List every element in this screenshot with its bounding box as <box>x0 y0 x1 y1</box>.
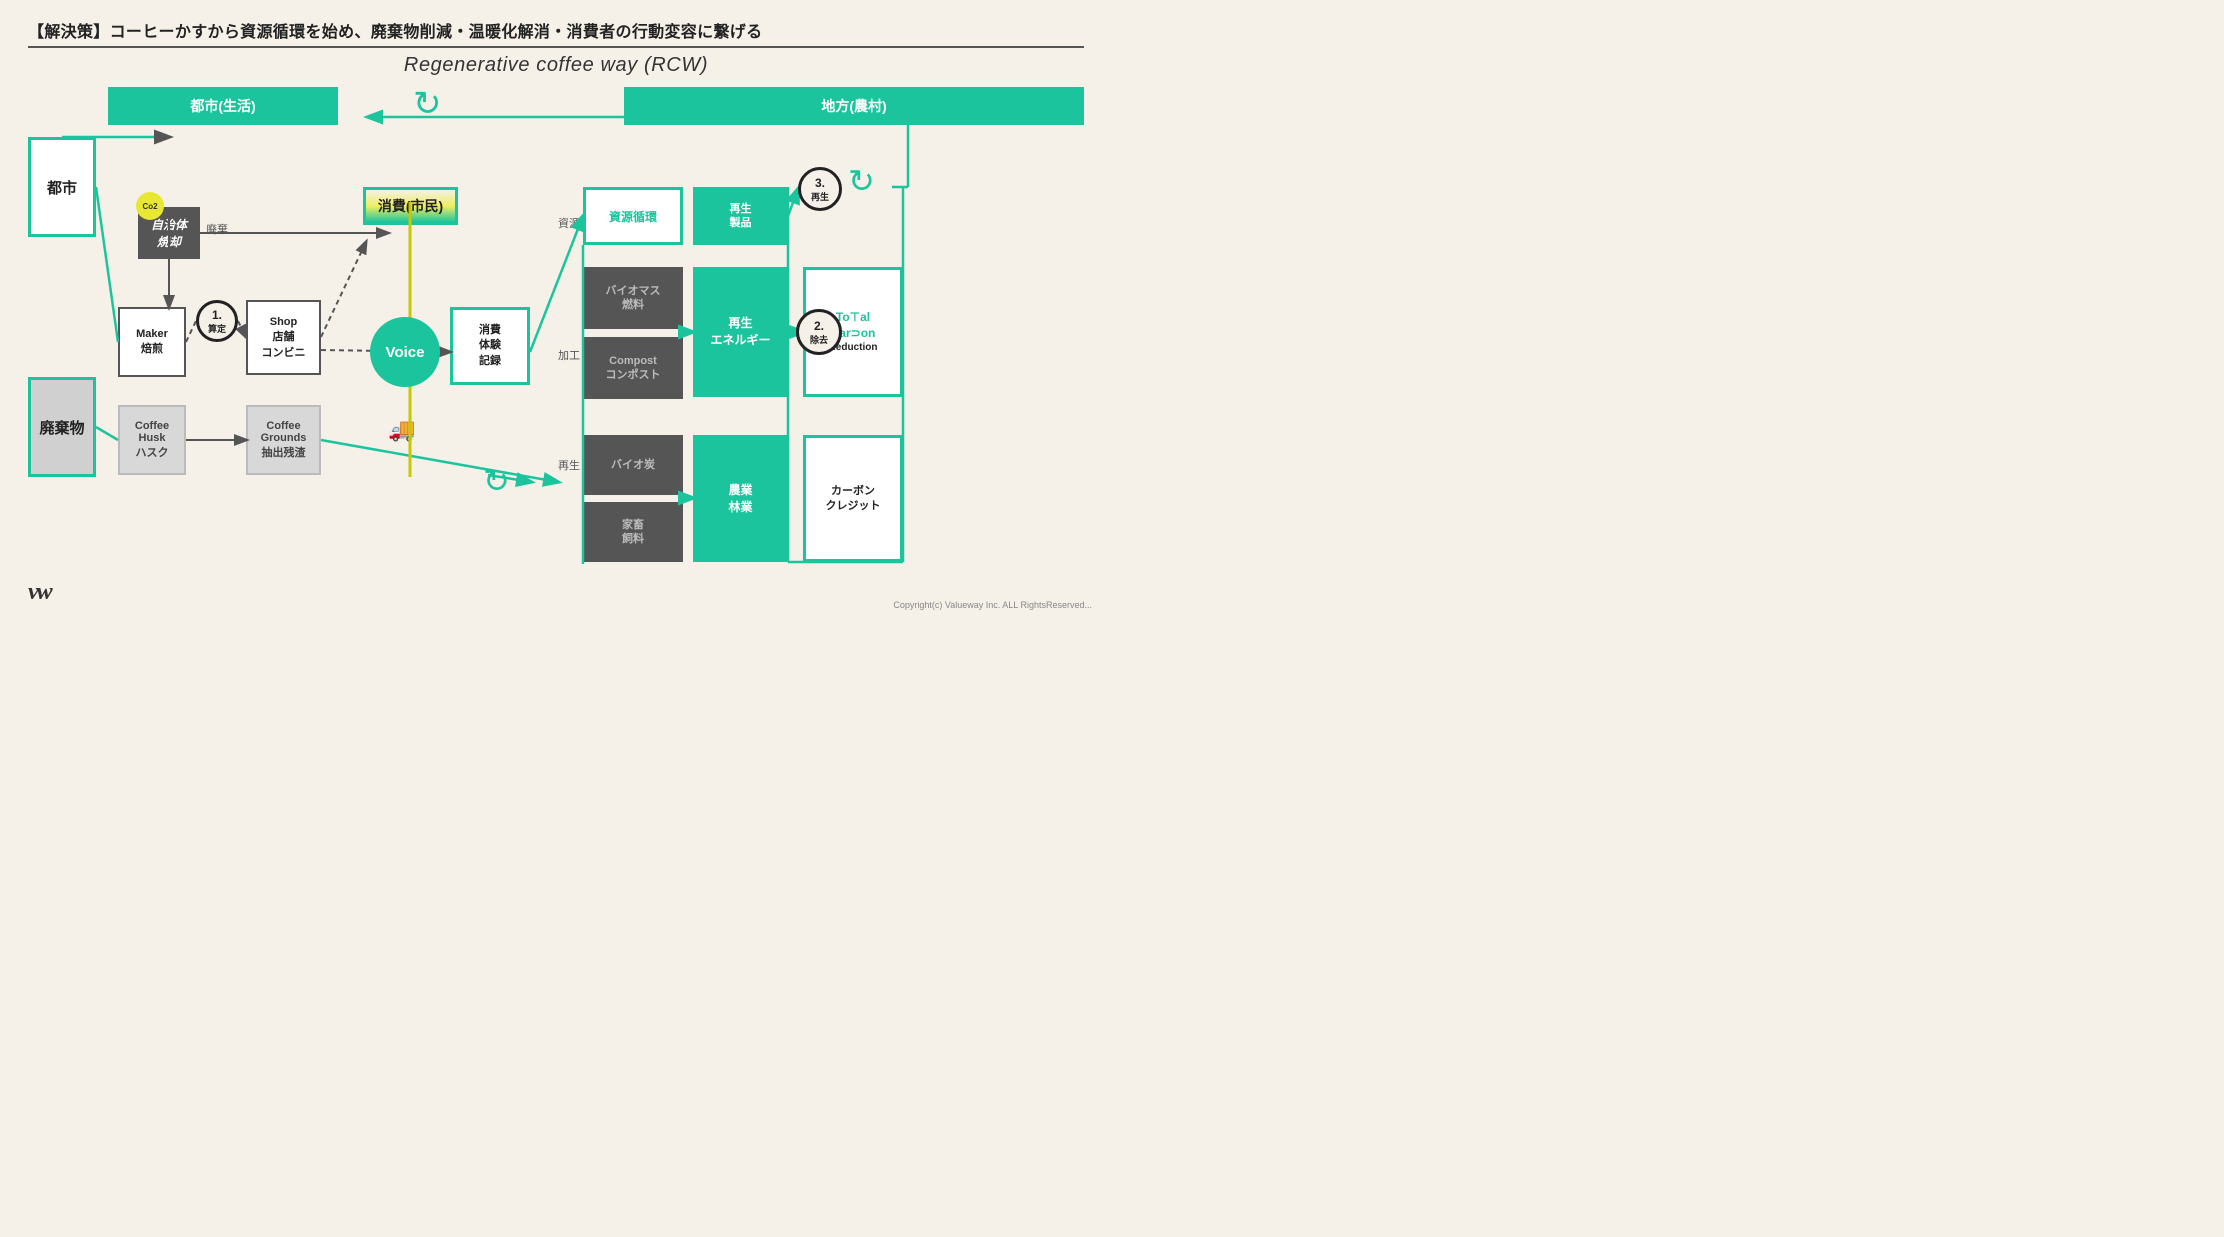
cycle-arrow-bottom-icon: ↻ <box>483 462 510 500</box>
shohi-box: 消費(市民) <box>363 187 458 225</box>
saisei-label: 再生 <box>558 457 580 473</box>
shigen-junkan-box: 資源循環 <box>583 187 683 245</box>
compost-box: Compost コンポスト <box>583 337 683 399</box>
page: 【解決策】コーヒーかすから資源循環を始め、廃棄物削減・温暖化解消・消費者の行動変… <box>0 0 1112 618</box>
saisei-energy-box: 再生 エネルギー <box>693 267 788 397</box>
carbon-credit-box: カーボン クレジット <box>803 435 903 562</box>
maker-box: Maker 焙煎 <box>118 307 186 377</box>
cycle-arrow-top-icon: ↻ <box>413 87 442 121</box>
circle-1-badge: 1. 算定 <box>196 300 238 342</box>
shop-box: Shop 店舗 コンビニ <box>246 300 321 375</box>
nougyo-box: 農業 林業 <box>693 435 788 562</box>
cycle-arrow-top-right-icon: ↻ <box>848 162 875 200</box>
toshi-section-label: 都市(生活) <box>108 87 338 125</box>
header-title: 【解決策】コーヒーかすから資源循環を始め、廃棄物削減・温暖化解消・消費者の行動変… <box>28 18 1084 42</box>
city-box: 都市 <box>28 137 96 237</box>
kachiku-box: 家畜 飼料 <box>583 502 683 562</box>
header-divider <box>28 46 1084 48</box>
diagram-area: 都市(生活) 地方(農村) ↻ 都市 廃棄物 Co2 自治体 焼却 廃棄 Mak… <box>28 87 1084 577</box>
biomass-box: バイオマス 燃料 <box>583 267 683 329</box>
circle-3-badge: 3. 再生 <box>798 167 842 211</box>
circle-2-badge: 2. 除去 <box>796 309 842 355</box>
subtitle: Regenerative coffee way (RCW) <box>28 54 1084 77</box>
biotan-box: バイオ炭 <box>583 435 683 495</box>
kako-label: 加工 <box>558 347 580 363</box>
co2-badge: Co2 <box>136 192 164 220</box>
truck-icon: 🚚 <box>388 417 415 443</box>
waste-box: 廃棄物 <box>28 377 96 477</box>
saisei-product-box: 再生 製品 <box>693 187 788 245</box>
shohi-taiken-box: 消費 体験 記録 <box>450 307 530 385</box>
logo: vw <box>28 579 51 606</box>
voice-circle: Voice <box>370 317 440 387</box>
copyright: Copyright(c) Valueway Inc. ALL RightsRes… <box>893 600 1092 610</box>
chihou-section-label: 地方(農村) <box>624 87 1084 125</box>
coffee-grounds-box: Coffee Grounds 抽出残渣 <box>246 405 321 475</box>
arrows-overlay <box>28 87 1084 577</box>
shigen-label: 資源 <box>558 215 580 231</box>
haiki-label: 廃棄 <box>206 221 228 237</box>
coffee-husk-box: Coffee Husk ハスク <box>118 405 186 475</box>
